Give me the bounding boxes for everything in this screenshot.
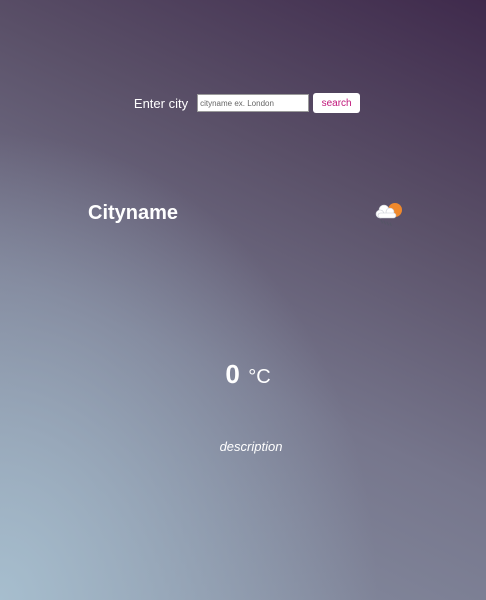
temperature-display: 0 °C xyxy=(0,359,486,390)
weather-description: description xyxy=(219,439,283,454)
search-bar: Enter city search xyxy=(0,93,486,113)
city-search-input[interactable] xyxy=(197,94,310,112)
temperature-value: 0 xyxy=(225,359,240,389)
search-button[interactable]: search xyxy=(313,93,361,113)
city-name: Cityname xyxy=(88,202,179,224)
search-label: Enter city xyxy=(133,95,189,111)
cloud-sun-rain-icon xyxy=(375,203,402,226)
temperature-unit: °C xyxy=(248,366,271,388)
